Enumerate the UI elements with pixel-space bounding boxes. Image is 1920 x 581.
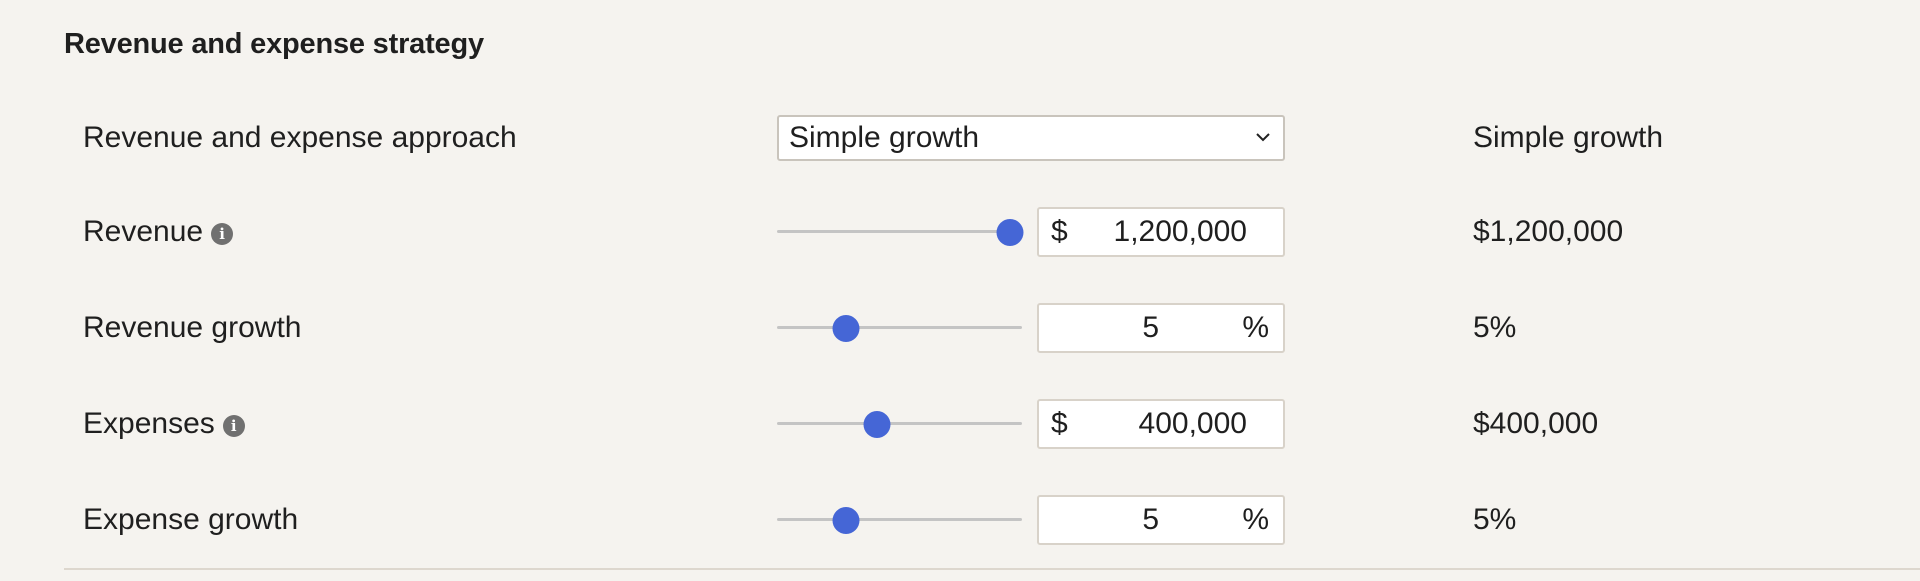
slider-track [777,230,1022,233]
row-revenue-growth: Revenue growth 5 % 5% [0,298,1920,358]
revenue-label-wrap: Revenue i [83,215,234,249]
slider-track [777,422,1022,425]
expenses-summary: $400,000 [1473,407,1599,440]
expense-growth-input-value: 5 [1142,503,1159,536]
slider-thumb[interactable] [863,411,891,438]
expense-growth-label: Expense growth [83,503,299,536]
currency-prefix: $ [1051,215,1068,248]
info-icon[interactable]: i [211,222,234,245]
approach-label: Revenue and expense approach [83,121,517,154]
approach-select-value: Simple growth [789,121,980,154]
percent-suffix: % [1242,503,1269,536]
revenue-growth-label: Revenue growth [83,311,302,344]
row-approach: Revenue and expense approach Simple grow… [0,108,1920,168]
chevron-down-icon [1256,133,1270,142]
slider-thumb[interactable] [832,507,860,534]
currency-prefix: $ [1051,407,1068,440]
percent-suffix: % [1242,311,1269,344]
section-divider [64,568,1920,570]
revenue-growth-input[interactable]: 5 % [1037,303,1285,353]
approach-summary: Simple growth [1473,121,1664,154]
slider-thumb[interactable] [832,315,860,342]
expenses-label: Expenses [83,407,215,440]
revenue-slider[interactable] [777,217,1024,247]
row-expense-growth: Expense growth 5 % 5% [0,490,1920,550]
revenue-summary: $1,200,000 [1473,215,1624,248]
expenses-label-wrap: Expenses i [83,407,245,441]
slider-thumb[interactable] [996,219,1024,246]
revenue-input-value: 1,200,000 [1113,215,1247,248]
expenses-input-value: 400,000 [1138,407,1247,440]
section-title: Revenue and expense strategy [64,28,484,60]
expense-growth-input[interactable]: 5 % [1037,495,1285,545]
row-expenses: Expenses i $ 400,000 $400,000 [0,394,1920,454]
info-icon[interactable]: i [222,414,245,437]
revenue-growth-input-value: 5 [1142,311,1159,344]
revenue-growth-slider[interactable] [777,313,1022,343]
expenses-input[interactable]: $ 400,000 [1037,399,1285,449]
expense-growth-summary: 5% [1473,503,1517,536]
slider-track [777,518,1022,521]
expense-growth-slider[interactable] [777,505,1022,535]
revenue-label: Revenue [83,215,204,248]
revenue-growth-summary: 5% [1473,311,1517,344]
revenue-input[interactable]: $ 1,200,000 [1037,207,1285,257]
expenses-slider[interactable] [777,409,1022,439]
approach-select[interactable]: Simple growth [777,115,1285,161]
row-revenue: Revenue i $ 1,200,000 $1,200,000 [0,202,1920,262]
slider-track [777,326,1022,329]
